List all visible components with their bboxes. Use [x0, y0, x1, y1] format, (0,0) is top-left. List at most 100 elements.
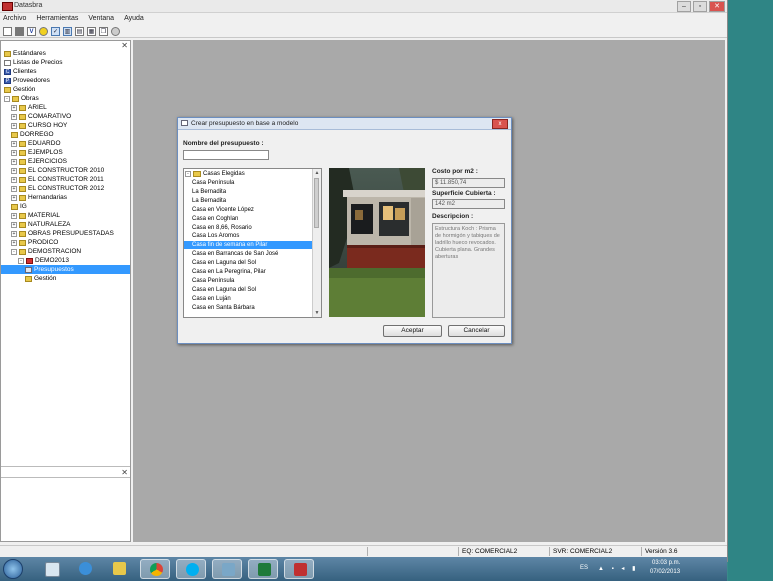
list-item[interactable]: La Bernadita [192, 188, 226, 196]
expand-icon[interactable]: + [11, 167, 17, 174]
tree-item[interactable]: + EL CONSTRUCTOR 2010 [11, 166, 104, 175]
tree-item[interactable]: Gestión [4, 85, 35, 94]
excel-icon[interactable] [248, 559, 278, 579]
collapse-icon[interactable]: - [18, 257, 24, 264]
tree-item[interactable]: P Proveedores [4, 76, 50, 85]
collapse-icon[interactable]: - [11, 248, 17, 255]
tray-icons[interactable]: ▲ ▪ ◂ ▮ [598, 565, 638, 572]
tree-item[interactable]: + EL CONSTRUCTOR 2012 [11, 184, 104, 193]
language-indicator[interactable]: ES [580, 565, 588, 571]
tree-item[interactable]: IG [11, 202, 27, 211]
tree-item[interactable]: + Hernandarias [11, 193, 67, 202]
collapse-icon[interactable]: - [185, 171, 191, 177]
tree-item[interactable]: + EJERCICIOS [11, 157, 67, 166]
list-root-item[interactable]: - Casas Elegidas [185, 170, 245, 178]
copy-icon[interactable]: ❐ [99, 26, 108, 36]
tree-item[interactable]: + PRODICO [11, 238, 58, 247]
tree-item[interactable]: + CURSO HOY [11, 121, 67, 130]
tree-item[interactable]: - Obras [4, 94, 39, 103]
disc-icon[interactable] [111, 26, 120, 36]
skype-icon[interactable] [176, 559, 206, 579]
list-item[interactable]: Casa fin de semana en Pilar [184, 241, 313, 250]
grid-icon[interactable]: ▥ [63, 26, 72, 36]
list-item[interactable]: Casa Península [192, 277, 234, 285]
open-icon[interactable] [15, 26, 24, 36]
start-button[interactable] [3, 559, 23, 579]
folder-icon[interactable] [104, 559, 134, 579]
expand-icon[interactable]: + [11, 230, 17, 237]
budget-name-input[interactable] [183, 150, 269, 160]
expand-icon[interactable]: + [11, 113, 17, 120]
tree-item[interactable]: Estándares [4, 49, 46, 58]
collapse-icon[interactable]: - [4, 95, 10, 102]
list-item[interactable]: Casa en 8,66, Rosario [192, 224, 252, 232]
tree-item[interactable]: Presupuestos [1, 265, 130, 274]
menu-ventana[interactable]: Ventana [88, 13, 114, 24]
circle-icon[interactable] [39, 26, 48, 36]
expand-icon[interactable]: + [11, 140, 17, 147]
expand-icon[interactable]: + [11, 176, 17, 183]
tree-item[interactable]: + OBRAS PRESUPUESTADAS [11, 229, 114, 238]
expand-icon[interactable]: + [11, 149, 17, 156]
expand-icon[interactable]: + [11, 221, 17, 228]
explorer-icon[interactable] [36, 559, 66, 579]
tree-item[interactable]: + ARIEL [11, 103, 47, 112]
tree-item[interactable]: + MATERIAL [11, 211, 60, 220]
list-item[interactable]: Casa en Laguna del Sol [192, 286, 256, 294]
list-item[interactable]: Casa en Vicente López [192, 206, 254, 214]
expand-icon[interactable]: + [11, 185, 17, 192]
split-icon[interactable]: ▤ [75, 26, 84, 36]
clock-date[interactable]: 07/02/2013 [650, 569, 680, 575]
tree-item[interactable]: DORREGO [11, 130, 54, 139]
list-item[interactable]: Casa en La Peregrina, Pilar [192, 268, 266, 276]
ie-icon[interactable] [70, 559, 100, 579]
minimize-button[interactable]: – [677, 1, 691, 12]
close-window-button[interactable]: ✕ [709, 1, 725, 12]
list-item[interactable]: Casa en Laguna del Sol [192, 259, 256, 267]
menu-ayuda[interactable]: Ayuda [124, 13, 144, 24]
expand-icon[interactable]: + [11, 194, 17, 201]
tree-item[interactable]: Gestión [25, 274, 56, 283]
v-icon[interactable]: V [27, 26, 36, 36]
expand-icon[interactable]: + [11, 212, 17, 219]
tree-item[interactable]: + EL CONSTRUCTOR 2011 [11, 175, 104, 184]
tree-item[interactable]: - DEMO2013 [18, 256, 69, 265]
menu-archivo[interactable]: Archivo [3, 13, 26, 24]
tree-item[interactable]: + EJEMPLOS [11, 148, 63, 157]
list-item[interactable]: La Bernadita [192, 197, 226, 205]
expand-icon[interactable]: + [11, 104, 17, 111]
scroll-down-icon[interactable]: ▼ [313, 309, 321, 317]
tree-item[interactable]: + EDUARDO [11, 139, 61, 148]
scroll-up-icon[interactable]: ▲ [313, 169, 321, 177]
chrome-icon[interactable] [140, 559, 170, 579]
columns-icon[interactable]: ▦ [87, 26, 96, 36]
tree-item[interactable]: Listas de Precios [4, 58, 63, 67]
close-lower-panel-icon[interactable]: ✕ [121, 468, 128, 477]
list-item[interactable]: Casa en Coghlan [192, 215, 238, 223]
tree-item[interactable]: + COMARATIVO [11, 112, 71, 121]
list-scrollbar[interactable]: ▲ ▼ [312, 169, 321, 317]
check-icon[interactable]: ✓ [51, 26, 60, 36]
list-item[interactable]: Casa Los Aromos [192, 232, 239, 240]
tree-item[interactable]: + NATURALEZA [11, 220, 71, 229]
list-item[interactable]: Casa en Barrancas de San José [192, 250, 278, 258]
model-list[interactable]: - Casas Elegidas Casa Península La Bernad… [183, 168, 322, 318]
tree-item[interactable]: - DEMOSTRACION [11, 247, 81, 256]
expand-icon[interactable]: + [11, 122, 17, 129]
media-icon[interactable] [212, 559, 242, 579]
dialog-close-button[interactable]: x [492, 119, 508, 129]
new-icon[interactable] [3, 26, 12, 36]
list-item[interactable]: Casa en Santa Bárbara [192, 304, 255, 312]
expand-icon[interactable]: + [11, 239, 17, 246]
scroll-thumb[interactable] [314, 178, 319, 228]
cancel-button[interactable]: Cancelar [448, 325, 505, 337]
close-panel-icon[interactable]: ✕ [121, 41, 128, 50]
accept-button[interactable]: Aceptar [383, 325, 442, 337]
clock-time[interactable]: 03:03 p.m. [652, 560, 680, 566]
menu-herramientas[interactable]: Herramientas [36, 13, 78, 24]
maximize-button[interactable]: ▫ [693, 1, 707, 12]
tree-item[interactable]: C Clientes [4, 67, 36, 76]
datasbra-icon[interactable] [284, 559, 314, 579]
list-item[interactable]: Casa en Luján [192, 295, 231, 303]
expand-icon[interactable]: + [11, 158, 17, 165]
